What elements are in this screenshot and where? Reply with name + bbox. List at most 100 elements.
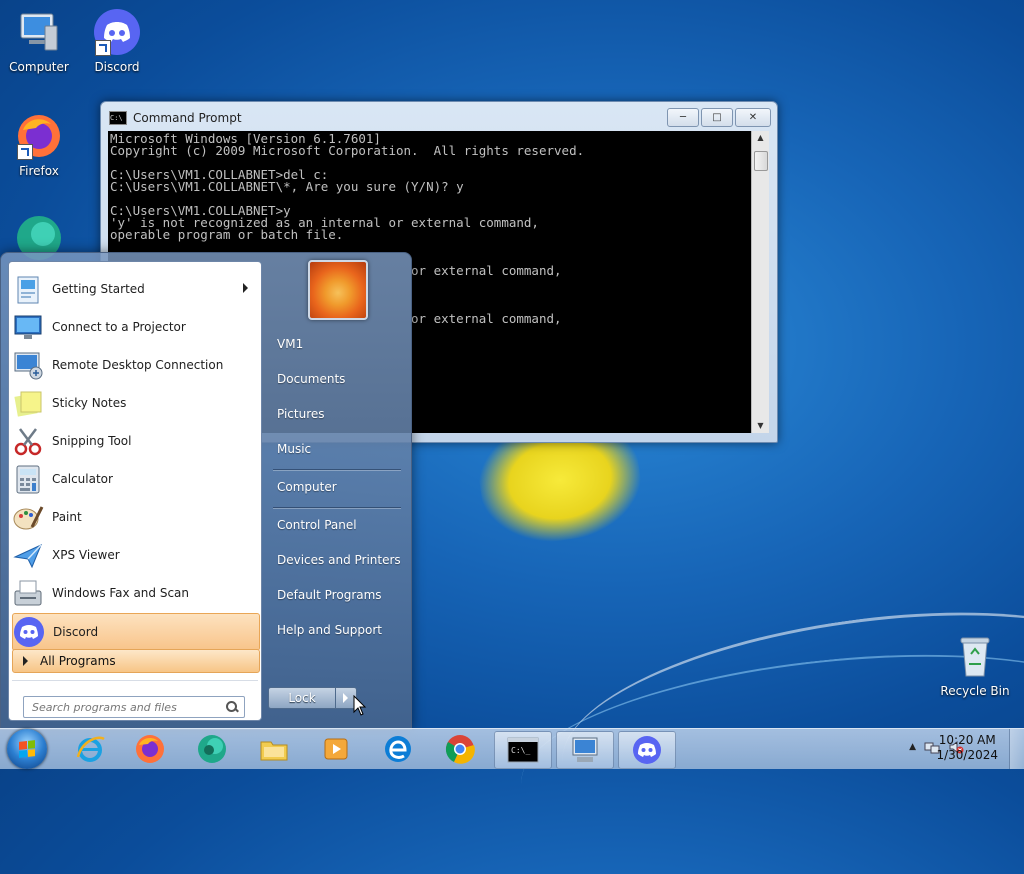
lock-button[interactable]: Lock (268, 687, 336, 709)
arrow-right-icon (23, 656, 28, 666)
desktop-icon-recycle-bin[interactable]: Recycle Bin (937, 632, 1013, 698)
start-item-getting-started[interactable]: Getting Started (12, 271, 258, 307)
divider (12, 680, 258, 681)
start-item-label: Connect to a Projector (52, 320, 186, 334)
firefox-icon (136, 735, 164, 763)
desktop-icon-computer[interactable]: Computer (1, 8, 77, 74)
svg-text:C:\_: C:\_ (511, 746, 530, 755)
desktop-icon-label: Computer (9, 60, 69, 74)
start-item-label: XPS Viewer (52, 548, 120, 562)
clock-date: 1/30/2024 (936, 748, 998, 762)
window-title: Command Prompt (133, 111, 242, 125)
desktop-icon-label: Discord (94, 60, 140, 74)
show-desktop-button[interactable] (1009, 729, 1024, 769)
desktop-icon-firefox[interactable]: Firefox (1, 112, 77, 178)
search-placeholder: Search programs and files (32, 700, 177, 714)
start-item-xps-viewer[interactable]: XPS Viewer (12, 537, 258, 573)
calculator-icon (12, 463, 44, 495)
close-icon: ✕ (748, 112, 758, 123)
start-menu: Getting Started Connect to a Projector R… (0, 252, 412, 730)
start-search-input[interactable]: Search programs and files (23, 696, 245, 718)
start-link-computer[interactable]: Computer (277, 480, 337, 494)
desktop-icon-label: Recycle Bin (940, 684, 1010, 698)
start-item-sticky-notes[interactable]: Sticky Notes (12, 385, 258, 421)
getting-started-icon (12, 273, 44, 305)
taskbar-discord[interactable] (618, 731, 676, 769)
taskbar-firefox[interactable] (122, 731, 178, 767)
start-item-paint[interactable]: Paint (12, 499, 258, 535)
taskbar-edge[interactable] (370, 731, 426, 767)
search-icon[interactable] (226, 701, 238, 713)
clock-time: 10:20 AM (938, 733, 996, 747)
scroll-thumb[interactable] (754, 151, 768, 171)
internet-explorer-icon (76, 736, 105, 762)
minimize-button[interactable]: ─ (667, 108, 699, 127)
taskbar-internet-explorer[interactable] (62, 731, 118, 767)
folder-icon (260, 741, 288, 761)
discord-icon (13, 616, 45, 648)
start-item-fax-scan[interactable]: Windows Fax and Scan (12, 575, 258, 611)
start-link-devices-printers[interactable]: Devices and Printers (277, 553, 401, 567)
start-item-label: Calculator (52, 472, 113, 486)
taskbar-chrome[interactable] (432, 731, 488, 767)
start-item-label: Sticky Notes (52, 396, 127, 410)
desktop-icon-label: Firefox (19, 164, 59, 178)
start-item-projector[interactable]: Connect to a Projector (12, 309, 258, 345)
start-item-calculator[interactable]: Calculator (12, 461, 258, 497)
system-clock[interactable]: 10:20 AM 1/30/2024 (936, 733, 998, 763)
desktop-icon-discord[interactable]: Discord (79, 8, 155, 74)
start-item-label: Snipping Tool (52, 434, 132, 448)
sticky-notes-icon (12, 387, 44, 419)
edge-icon (385, 736, 411, 762)
chrome-icon (445, 735, 475, 764)
projector-icon (12, 311, 44, 343)
divider (273, 469, 401, 470)
start-item-label: Discord (53, 625, 99, 639)
scroll-up-icon[interactable]: ▲ (752, 131, 769, 145)
shortcut-arrow-icon (17, 144, 33, 160)
taskbar-command-prompt[interactable]: C:\_ (494, 731, 552, 769)
fax-icon (12, 577, 44, 609)
remote-desktop-icon (572, 737, 598, 762)
all-programs-button[interactable]: All Programs (12, 649, 260, 673)
scroll-down-icon[interactable]: ▼ (752, 419, 769, 433)
vertical-scrollbar[interactable]: ▲ ▼ (751, 131, 769, 433)
start-link-music[interactable]: Music (277, 442, 311, 456)
windows-logo-icon (19, 740, 35, 758)
start-link-pictures[interactable]: Pictures (277, 407, 325, 421)
shortcut-arrow-icon (95, 40, 111, 56)
user-avatar[interactable] (308, 260, 368, 320)
start-link-default-programs[interactable]: Default Programs (277, 588, 382, 602)
start-link-user[interactable]: VM1 (277, 337, 303, 351)
start-item-discord[interactable]: Discord (12, 613, 260, 651)
taskbar-sphere-app[interactable] (184, 731, 240, 767)
paint-icon (12, 501, 44, 533)
media-player-icon (324, 738, 348, 760)
taskbar-windows-explorer[interactable] (246, 731, 302, 767)
minimize-icon: ─ (679, 112, 687, 123)
start-button[interactable] (7, 729, 47, 769)
taskbar-remote-desktop[interactable] (556, 731, 614, 769)
start-item-remote-desktop[interactable]: Remote Desktop Connection (12, 347, 258, 383)
taskbar-media-player[interactable] (308, 731, 364, 767)
divider (273, 507, 401, 508)
taskbar: C:\_ ▲ 10:20 AM 1/30/2024 (0, 728, 1024, 769)
maximize-button[interactable]: □ (701, 108, 733, 127)
start-link-control-panel[interactable]: Control Panel (277, 518, 357, 532)
show-hidden-icons-icon[interactable]: ▲ (909, 742, 916, 752)
start-item-label: Windows Fax and Scan (52, 586, 190, 600)
cmd-icon: C:\_ (507, 737, 539, 763)
discord-icon (93, 8, 141, 56)
window-titlebar[interactable]: C:\ Command Prompt (109, 108, 242, 128)
start-link-help-support[interactable]: Help and Support (277, 623, 382, 637)
start-item-label: Remote Desktop Connection (52, 358, 224, 372)
xps-viewer-icon (12, 539, 44, 571)
maximize-icon: □ (712, 112, 722, 123)
start-item-label: Paint (52, 510, 82, 524)
start-link-documents[interactable]: Documents (277, 372, 345, 386)
computer-icon (15, 8, 63, 56)
window-controls: ─ □ ✕ (667, 108, 771, 127)
all-programs-label: All Programs (40, 654, 116, 668)
start-item-snipping-tool[interactable]: Snipping Tool (12, 423, 258, 459)
close-button[interactable]: ✕ (735, 108, 771, 127)
